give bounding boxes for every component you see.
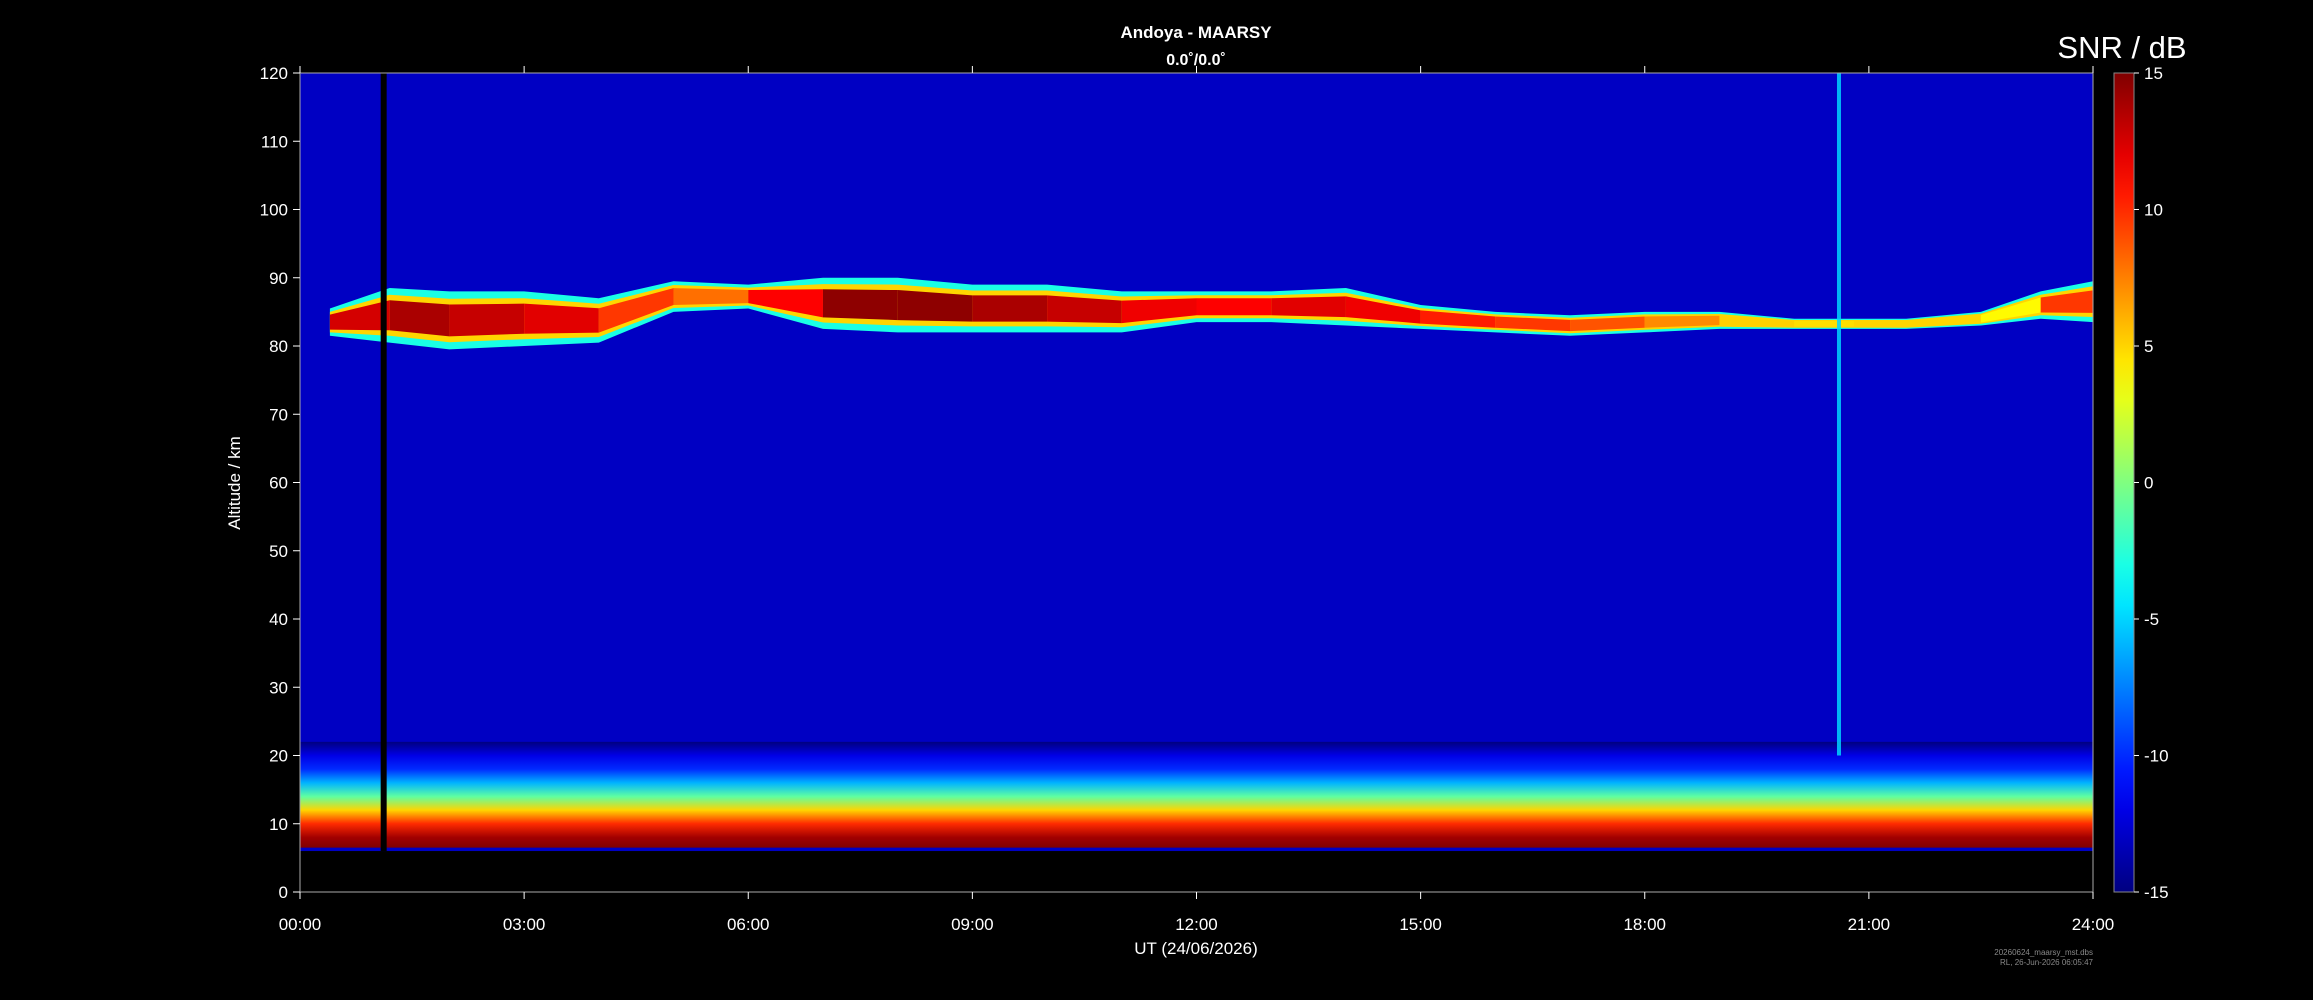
x-tick-label: 24:00 [2072,915,2115,934]
pmse-core-segment [897,290,973,322]
x-tick-label: 21:00 [1848,915,1891,934]
footer-timestamp: RL, 26-Jun-2026 06:05:47 [2000,958,2093,967]
y-tick-label: 80 [269,337,288,356]
snr-heatmap-chart: 0 10 20 30 40 50 60 70 80 90 100 110 120 00:00 03:00 06… [0,0,2313,1000]
y-tick-label: 30 [269,678,288,697]
y-tick-label: 0 [279,883,288,902]
data-gap-line [380,73,387,852]
colorbar-label: SNR / dB [2057,30,2186,65]
pmse-core-segment [1271,296,1346,318]
pmse-core-segment [972,295,1048,322]
low-altitude-echo [300,741,2093,848]
chart-subtitle: 0.0˚/0.0˚ [1166,52,1226,69]
x-tick-label: 06:00 [727,915,770,934]
colorbar-tick-label: 10 [2144,201,2163,220]
y-tick-label: 100 [260,201,288,220]
chart-svg: 010203040506070809010011012000:00 03:00 06… [225,23,2187,958]
colorbar-tick-label: -10 [2144,747,2169,766]
x-tick-label: 00:00 [279,915,322,934]
chart-title: Andoya - MAARSY [1120,23,1272,42]
pmse-core-segment [1196,298,1272,316]
x-tick-label: 03:00 [503,915,546,934]
y-tick-label: 40 [269,610,288,629]
x-tick-label: 15:00 [1399,915,1442,934]
colorbar-tick-label: 5 [2144,337,2153,356]
footer-filename: 20260624_maarsy_mst.dbs [1994,948,2093,957]
y-tick-label: 10 [269,815,288,834]
pmse-core-segment [822,289,898,321]
colorbar-tick-label: 15 [2144,64,2163,83]
x-tick-label: 09:00 [951,915,994,934]
pmse-core-segment [449,303,525,337]
colorbar-tick-label: 0 [2144,474,2153,493]
vertical-streak [1836,73,1841,756]
y-tick-label: 50 [269,542,288,561]
x-tick-label: 18:00 [1623,915,1666,934]
pmse-core-segment [389,300,450,337]
x-tick-label: 12:00 [1175,915,1218,934]
pmse-core-segment [673,288,749,305]
pmse-core-segment [524,303,599,334]
y-tick-label: 90 [269,269,288,288]
y-axis-label: Altitude / km [225,436,244,530]
colorbar-tick-label: -15 [2144,883,2169,902]
background-snr [300,73,2093,852]
colorbar-tick-label: -5 [2144,610,2159,629]
x-axis-label: UT (24/06/2026) [1134,939,1257,958]
y-tick-label: 60 [269,474,288,493]
y-tick-label: 70 [269,405,288,424]
y-tick-label: 120 [260,64,288,83]
y-tick-label: 20 [269,747,288,766]
y-tick-label: 110 [261,132,288,151]
colorbar [2113,72,2135,893]
pmse-core-segment [1794,321,1854,327]
footer-info: 20260624_maarsy_mst.dbs RL, 26-Jun-2026 … [1994,948,2093,968]
